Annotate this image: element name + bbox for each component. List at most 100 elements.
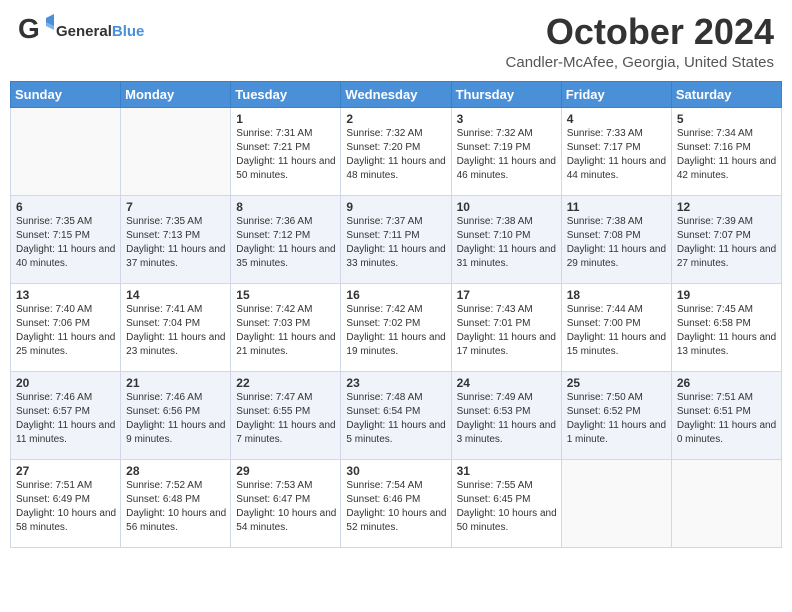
day-info: Sunrise: 7:32 AMSunset: 7:19 PMDaylight:…: [457, 127, 557, 183]
day-number: 7: [126, 200, 226, 214]
day-info: Sunrise: 7:46 AMSunset: 6:57 PMDaylight:…: [16, 391, 116, 447]
day-info: Sunrise: 7:40 AMSunset: 7:06 PMDaylight:…: [16, 303, 116, 359]
calendar-table: Sunday Monday Tuesday Wednesday Thursday…: [10, 81, 782, 548]
table-row: 11Sunrise: 7:38 AMSunset: 7:08 PMDayligh…: [561, 195, 671, 283]
calendar-page: G GeneralBlue October 2024 Candler-McAfe…: [0, 0, 792, 612]
month-title: October 2024: [506, 12, 774, 52]
day-number: 4: [567, 112, 667, 126]
table-row: 21Sunrise: 7:46 AMSunset: 6:56 PMDayligh…: [121, 371, 231, 459]
table-row: 6Sunrise: 7:35 AMSunset: 7:15 PMDaylight…: [11, 195, 121, 283]
day-number: 29: [236, 464, 336, 478]
day-number: 11: [567, 200, 667, 214]
day-info: Sunrise: 7:32 AMSunset: 7:20 PMDaylight:…: [346, 127, 446, 183]
day-number: 17: [457, 288, 557, 302]
table-row: 29Sunrise: 7:53 AMSunset: 6:47 PMDayligh…: [231, 459, 341, 547]
day-info: Sunrise: 7:48 AMSunset: 6:54 PMDaylight:…: [346, 391, 446, 447]
table-row: 7Sunrise: 7:35 AMSunset: 7:13 PMDaylight…: [121, 195, 231, 283]
day-number: 8: [236, 200, 336, 214]
table-row: 8Sunrise: 7:36 AMSunset: 7:12 PMDaylight…: [231, 195, 341, 283]
day-number: 10: [457, 200, 557, 214]
table-row: 28Sunrise: 7:52 AMSunset: 6:48 PMDayligh…: [121, 459, 231, 547]
table-row: 12Sunrise: 7:39 AMSunset: 7:07 PMDayligh…: [671, 195, 781, 283]
day-info: Sunrise: 7:33 AMSunset: 7:17 PMDaylight:…: [567, 127, 667, 183]
table-row: 3Sunrise: 7:32 AMSunset: 7:19 PMDaylight…: [451, 107, 561, 195]
page-header: G GeneralBlue October 2024 Candler-McAfe…: [0, 0, 792, 75]
logo: G GeneralBlue: [18, 12, 144, 53]
table-row: 23Sunrise: 7:48 AMSunset: 6:54 PMDayligh…: [341, 371, 451, 459]
table-row: 24Sunrise: 7:49 AMSunset: 6:53 PMDayligh…: [451, 371, 561, 459]
day-number: 23: [346, 376, 446, 390]
day-info: Sunrise: 7:46 AMSunset: 6:56 PMDaylight:…: [126, 391, 226, 447]
day-number: 12: [677, 200, 777, 214]
table-row: 30Sunrise: 7:54 AMSunset: 6:46 PMDayligh…: [341, 459, 451, 547]
day-number: 5: [677, 112, 777, 126]
location-title: Candler-McAfee, Georgia, United States: [506, 54, 774, 71]
day-info: Sunrise: 7:41 AMSunset: 7:04 PMDaylight:…: [126, 303, 226, 359]
table-row: 26Sunrise: 7:51 AMSunset: 6:51 PMDayligh…: [671, 371, 781, 459]
day-info: Sunrise: 7:31 AMSunset: 7:21 PMDaylight:…: [236, 127, 336, 183]
day-info: Sunrise: 7:39 AMSunset: 7:07 PMDaylight:…: [677, 215, 777, 271]
day-info: Sunrise: 7:53 AMSunset: 6:47 PMDaylight:…: [236, 479, 336, 535]
day-number: 20: [16, 376, 116, 390]
day-info: Sunrise: 7:38 AMSunset: 7:10 PMDaylight:…: [457, 215, 557, 271]
table-row: 9Sunrise: 7:37 AMSunset: 7:11 PMDaylight…: [341, 195, 451, 283]
table-row: 1Sunrise: 7:31 AMSunset: 7:21 PMDaylight…: [231, 107, 341, 195]
day-info: Sunrise: 7:50 AMSunset: 6:52 PMDaylight:…: [567, 391, 667, 447]
table-row: [11, 107, 121, 195]
calendar-week-row: 13Sunrise: 7:40 AMSunset: 7:06 PMDayligh…: [11, 283, 782, 371]
day-number: 27: [16, 464, 116, 478]
day-info: Sunrise: 7:49 AMSunset: 6:53 PMDaylight:…: [457, 391, 557, 447]
table-row: 10Sunrise: 7:38 AMSunset: 7:10 PMDayligh…: [451, 195, 561, 283]
day-number: 31: [457, 464, 557, 478]
table-row: [561, 459, 671, 547]
logo-general: General: [56, 23, 112, 40]
day-number: 1: [236, 112, 336, 126]
table-row: 4Sunrise: 7:33 AMSunset: 7:17 PMDaylight…: [561, 107, 671, 195]
table-row: 31Sunrise: 7:55 AMSunset: 6:45 PMDayligh…: [451, 459, 561, 547]
day-info: Sunrise: 7:45 AMSunset: 6:58 PMDaylight:…: [677, 303, 777, 359]
day-info: Sunrise: 7:51 AMSunset: 6:51 PMDaylight:…: [677, 391, 777, 447]
day-number: 14: [126, 288, 226, 302]
table-row: 5Sunrise: 7:34 AMSunset: 7:16 PMDaylight…: [671, 107, 781, 195]
header-wednesday: Wednesday: [341, 81, 451, 107]
day-number: 19: [677, 288, 777, 302]
day-info: Sunrise: 7:52 AMSunset: 6:48 PMDaylight:…: [126, 479, 226, 535]
calendar-week-row: 1Sunrise: 7:31 AMSunset: 7:21 PMDaylight…: [11, 107, 782, 195]
table-row: 14Sunrise: 7:41 AMSunset: 7:04 PMDayligh…: [121, 283, 231, 371]
day-number: 16: [346, 288, 446, 302]
day-number: 3: [457, 112, 557, 126]
svg-text:G: G: [18, 13, 40, 44]
day-info: Sunrise: 7:34 AMSunset: 7:16 PMDaylight:…: [677, 127, 777, 183]
day-number: 13: [16, 288, 116, 302]
table-row: [121, 107, 231, 195]
day-info: Sunrise: 7:42 AMSunset: 7:02 PMDaylight:…: [346, 303, 446, 359]
table-row: 2Sunrise: 7:32 AMSunset: 7:20 PMDaylight…: [341, 107, 451, 195]
header-friday: Friday: [561, 81, 671, 107]
header-thursday: Thursday: [451, 81, 561, 107]
day-number: 6: [16, 200, 116, 214]
day-info: Sunrise: 7:54 AMSunset: 6:46 PMDaylight:…: [346, 479, 446, 535]
day-info: Sunrise: 7:47 AMSunset: 6:55 PMDaylight:…: [236, 391, 336, 447]
table-row: 19Sunrise: 7:45 AMSunset: 6:58 PMDayligh…: [671, 283, 781, 371]
table-row: 17Sunrise: 7:43 AMSunset: 7:01 PMDayligh…: [451, 283, 561, 371]
day-info: Sunrise: 7:55 AMSunset: 6:45 PMDaylight:…: [457, 479, 557, 535]
table-row: 22Sunrise: 7:47 AMSunset: 6:55 PMDayligh…: [231, 371, 341, 459]
day-number: 26: [677, 376, 777, 390]
calendar-week-row: 20Sunrise: 7:46 AMSunset: 6:57 PMDayligh…: [11, 371, 782, 459]
days-header-row: Sunday Monday Tuesday Wednesday Thursday…: [11, 81, 782, 107]
day-info: Sunrise: 7:44 AMSunset: 7:00 PMDaylight:…: [567, 303, 667, 359]
day-number: 9: [346, 200, 446, 214]
day-number: 2: [346, 112, 446, 126]
day-info: Sunrise: 7:51 AMSunset: 6:49 PMDaylight:…: [16, 479, 116, 535]
day-number: 18: [567, 288, 667, 302]
day-info: Sunrise: 7:37 AMSunset: 7:11 PMDaylight:…: [346, 215, 446, 271]
table-row: 18Sunrise: 7:44 AMSunset: 7:00 PMDayligh…: [561, 283, 671, 371]
table-row: 27Sunrise: 7:51 AMSunset: 6:49 PMDayligh…: [11, 459, 121, 547]
day-number: 24: [457, 376, 557, 390]
day-number: 21: [126, 376, 226, 390]
header-monday: Monday: [121, 81, 231, 107]
day-info: Sunrise: 7:42 AMSunset: 7:03 PMDaylight:…: [236, 303, 336, 359]
table-row: 25Sunrise: 7:50 AMSunset: 6:52 PMDayligh…: [561, 371, 671, 459]
logo-icon: G: [18, 12, 54, 53]
day-number: 22: [236, 376, 336, 390]
